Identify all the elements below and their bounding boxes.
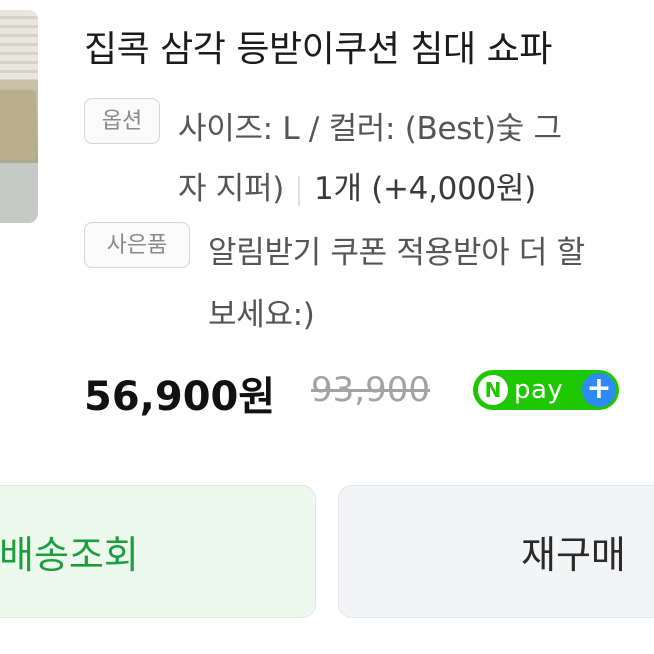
thumbnail-blinds: [0, 10, 38, 80]
rebuy-button[interactable]: 재구매: [338, 485, 654, 618]
option-line-1: 사이즈: L / 컬러: (Best)숯 그: [178, 111, 562, 147]
gift-tag: 사은품: [84, 222, 190, 268]
thumbnail-cushion: [0, 90, 36, 160]
npay-label: pay: [514, 375, 564, 405]
thumbnail-floor: [0, 163, 38, 223]
sale-price: 56,900원: [84, 374, 276, 420]
divider: [298, 175, 301, 206]
gift-line-1: 알림받기 쿠폰 적용받아 더 할: [208, 235, 585, 271]
option-tag: 옵션: [84, 98, 160, 144]
npay-badge: N pay +: [473, 370, 619, 410]
option-text: 자 지퍼): [178, 171, 285, 207]
track-delivery-button[interactable]: 배송조회: [0, 485, 316, 618]
product-thumbnail[interactable]: [0, 10, 38, 223]
option-quantity: 1개 (+4,000원): [314, 171, 536, 207]
plus-icon: +: [582, 373, 616, 407]
order-item-card: 집콕 삼각 등받이쿠션 침대 쇼파 옵션 사이즈: L / 컬러: (Best)…: [0, 0, 654, 654]
original-price: 93,900: [311, 370, 430, 410]
gift-line-2: 보세요:): [208, 297, 315, 333]
option-line-2: 자 지퍼) 1개 (+4,000원): [178, 163, 536, 208]
npay-n-icon: N: [478, 375, 508, 405]
product-title[interactable]: 집콕 삼각 등받이쿠션 침대 쇼파: [84, 20, 552, 72]
